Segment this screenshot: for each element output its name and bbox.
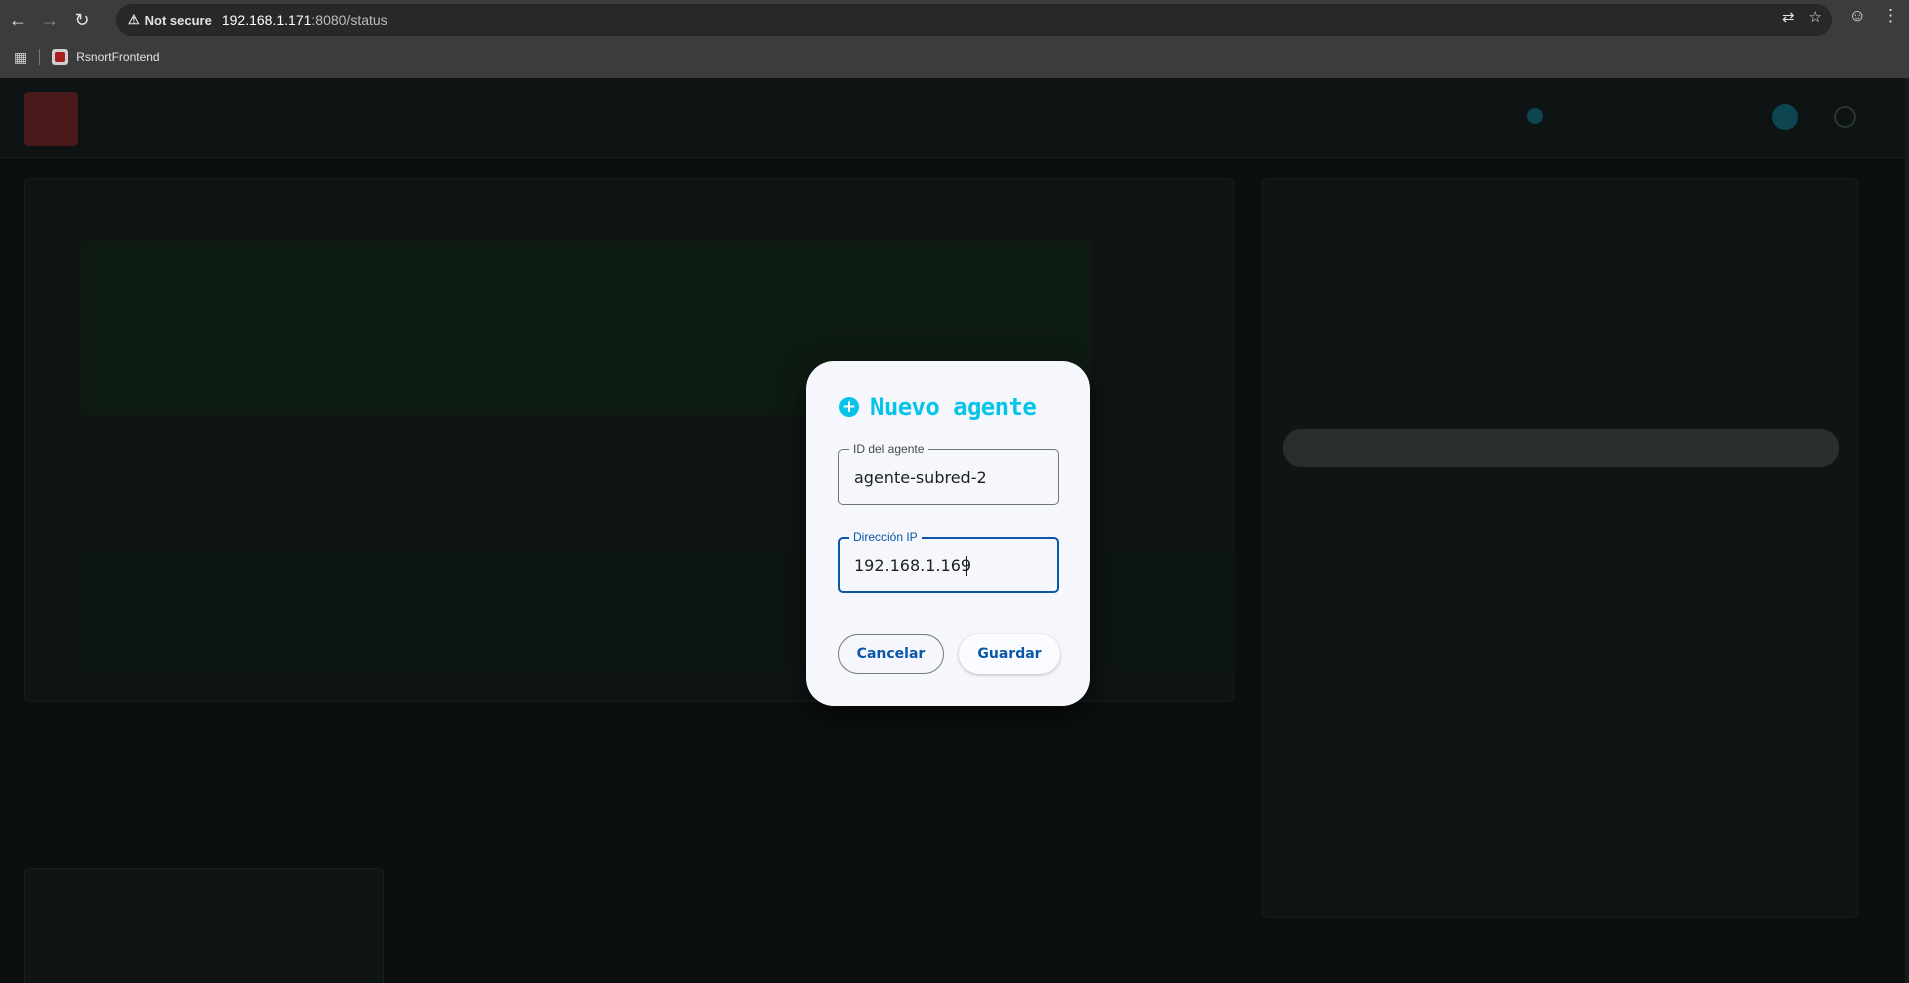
snort-status-card (1262, 178, 1858, 918)
dialog-title: + Nuevo agente (839, 393, 1037, 421)
rsnort-favicon-icon (52, 49, 69, 65)
plus-circle-icon: + (839, 397, 859, 417)
warning-icon: ⚠ (128, 12, 140, 27)
dialog-title-text: Nuevo agente (870, 393, 1037, 421)
app-header (0, 78, 1905, 158)
translate-icon[interactable]: ⇄ (1782, 8, 1795, 26)
agent-id-field[interactable]: ID del agente (838, 442, 1059, 505)
status-action-button (1283, 429, 1839, 467)
star-icon[interactable]: ☆ (1809, 8, 1822, 26)
omnibox-actions: ⇄ ☆ (1782, 8, 1822, 26)
url-host: 192.168.1.171 (221, 12, 312, 28)
security-label: Not secure (144, 12, 212, 28)
bookmarks-divider (39, 49, 41, 65)
app-logo (24, 92, 78, 146)
bookmarks-bar: ▦ RsnortFrontend (0, 42, 1909, 72)
ip-address-input[interactable] (854, 538, 1050, 592)
bookmark-rsnortfrontend[interactable]: RsnortFrontend (52, 49, 160, 65)
page-scrollbar[interactable] (1905, 78, 1909, 983)
central-agent-card (24, 868, 384, 983)
profile-actions: ☺ ⋮ (1849, 6, 1899, 26)
forward-arrow-icon: → (41, 9, 59, 30)
back-arrow-icon[interactable]: ← (4, 6, 32, 34)
bookmark-label: RsnortFrontend (76, 50, 160, 64)
url-path: :8080/status (311, 12, 388, 28)
settings-icon (1834, 106, 1856, 128)
security-chip[interactable]: ⚠ Not secure (124, 8, 220, 32)
url-text: 192.168.1.171:8080/status (222, 12, 388, 28)
nav-status-dot (1527, 108, 1543, 124)
apps-grid-icon[interactable]: ▦ (14, 49, 27, 66)
ip-address-field[interactable]: Dirección IP (838, 530, 1059, 593)
profile-icon[interactable]: ☺ (1849, 6, 1866, 26)
cancel-button[interactable]: Cancelar (838, 634, 944, 674)
browser-chrome: ← → ↻ ⚠ Not secure 192.168.1.171:8080/st… (0, 0, 1909, 78)
new-agent-dialog: + Nuevo agente ID del agente Dirección I… (806, 361, 1090, 706)
address-bar[interactable]: ⚠ Not secure 192.168.1.171:8080/status ⇄… (116, 4, 1832, 36)
toolbar-row: ← → ↻ ⚠ Not secure 192.168.1.171:8080/st… (0, 0, 1909, 40)
user-avatar (1772, 104, 1798, 130)
reload-icon[interactable]: ↻ (68, 6, 96, 34)
save-button[interactable]: Guardar (959, 634, 1060, 674)
text-caret (966, 556, 967, 576)
menu-dots-icon[interactable]: ⋮ (1882, 6, 1899, 26)
agent-id-input[interactable] (854, 450, 1050, 504)
